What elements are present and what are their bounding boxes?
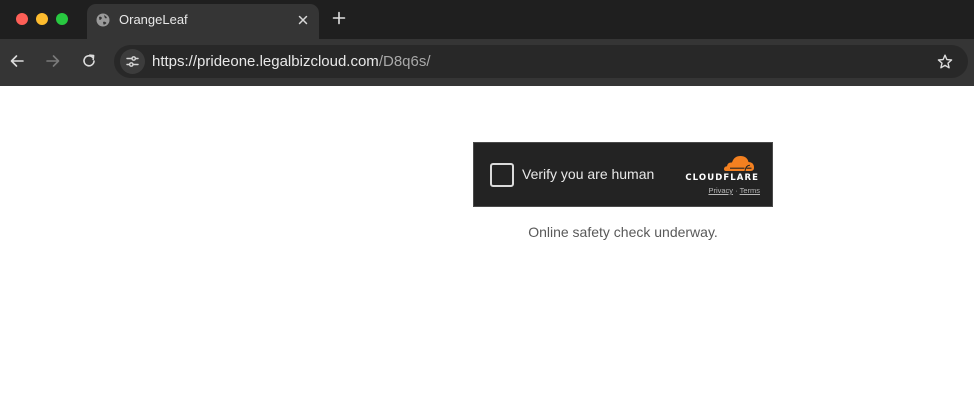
tune-icon[interactable] [120,49,145,74]
maximize-window-button[interactable] [56,13,68,25]
arrow-right-icon[interactable] [44,52,62,70]
toolbar: https://prideone.legalbizcloud.com/D8q6s… [0,39,974,86]
close-window-button[interactable] [16,13,28,25]
url-host: https://prideone.legalbizcloud.com [152,53,379,70]
tab-title: OrangeLeaf [119,12,188,27]
plus-icon[interactable] [330,9,348,27]
verify-checkbox[interactable] [490,163,514,187]
url-text[interactable]: https://prideone.legalbizcloud.com/D8q6s… [152,53,431,70]
star-icon[interactable] [936,53,954,71]
url-path: /D8q6s/ [378,53,431,70]
link-separator: · [735,186,738,195]
status-message: Online safety check underway. [528,224,718,240]
browser-window: OrangeLeaf https://prideone.legalbizclou… [0,0,974,405]
cloudflare-cloud-icon [722,153,756,173]
reload-icon[interactable] [80,52,98,70]
cloudflare-wordmark: CLOUDFLARE [685,173,759,183]
legal-links: Privacy · Terms [678,186,760,195]
tab-active[interactable]: OrangeLeaf [87,4,319,39]
terms-link[interactable]: Terms [740,186,760,195]
privacy-link[interactable]: Privacy [708,186,733,195]
minimize-window-button[interactable] [36,13,48,25]
address-bar[interactable]: https://prideone.legalbizcloud.com/D8q6s… [114,45,968,78]
close-icon[interactable] [295,12,311,28]
arrow-left-icon[interactable] [8,52,26,70]
verify-label: Verify you are human [522,166,655,182]
globe-icon [96,13,110,27]
captcha-widget: Verify you are human CLOUDFLARE Privacy … [473,142,773,207]
tab-strip: OrangeLeaf [0,0,974,39]
page-content: Verify you are human CLOUDFLARE Privacy … [0,86,974,405]
